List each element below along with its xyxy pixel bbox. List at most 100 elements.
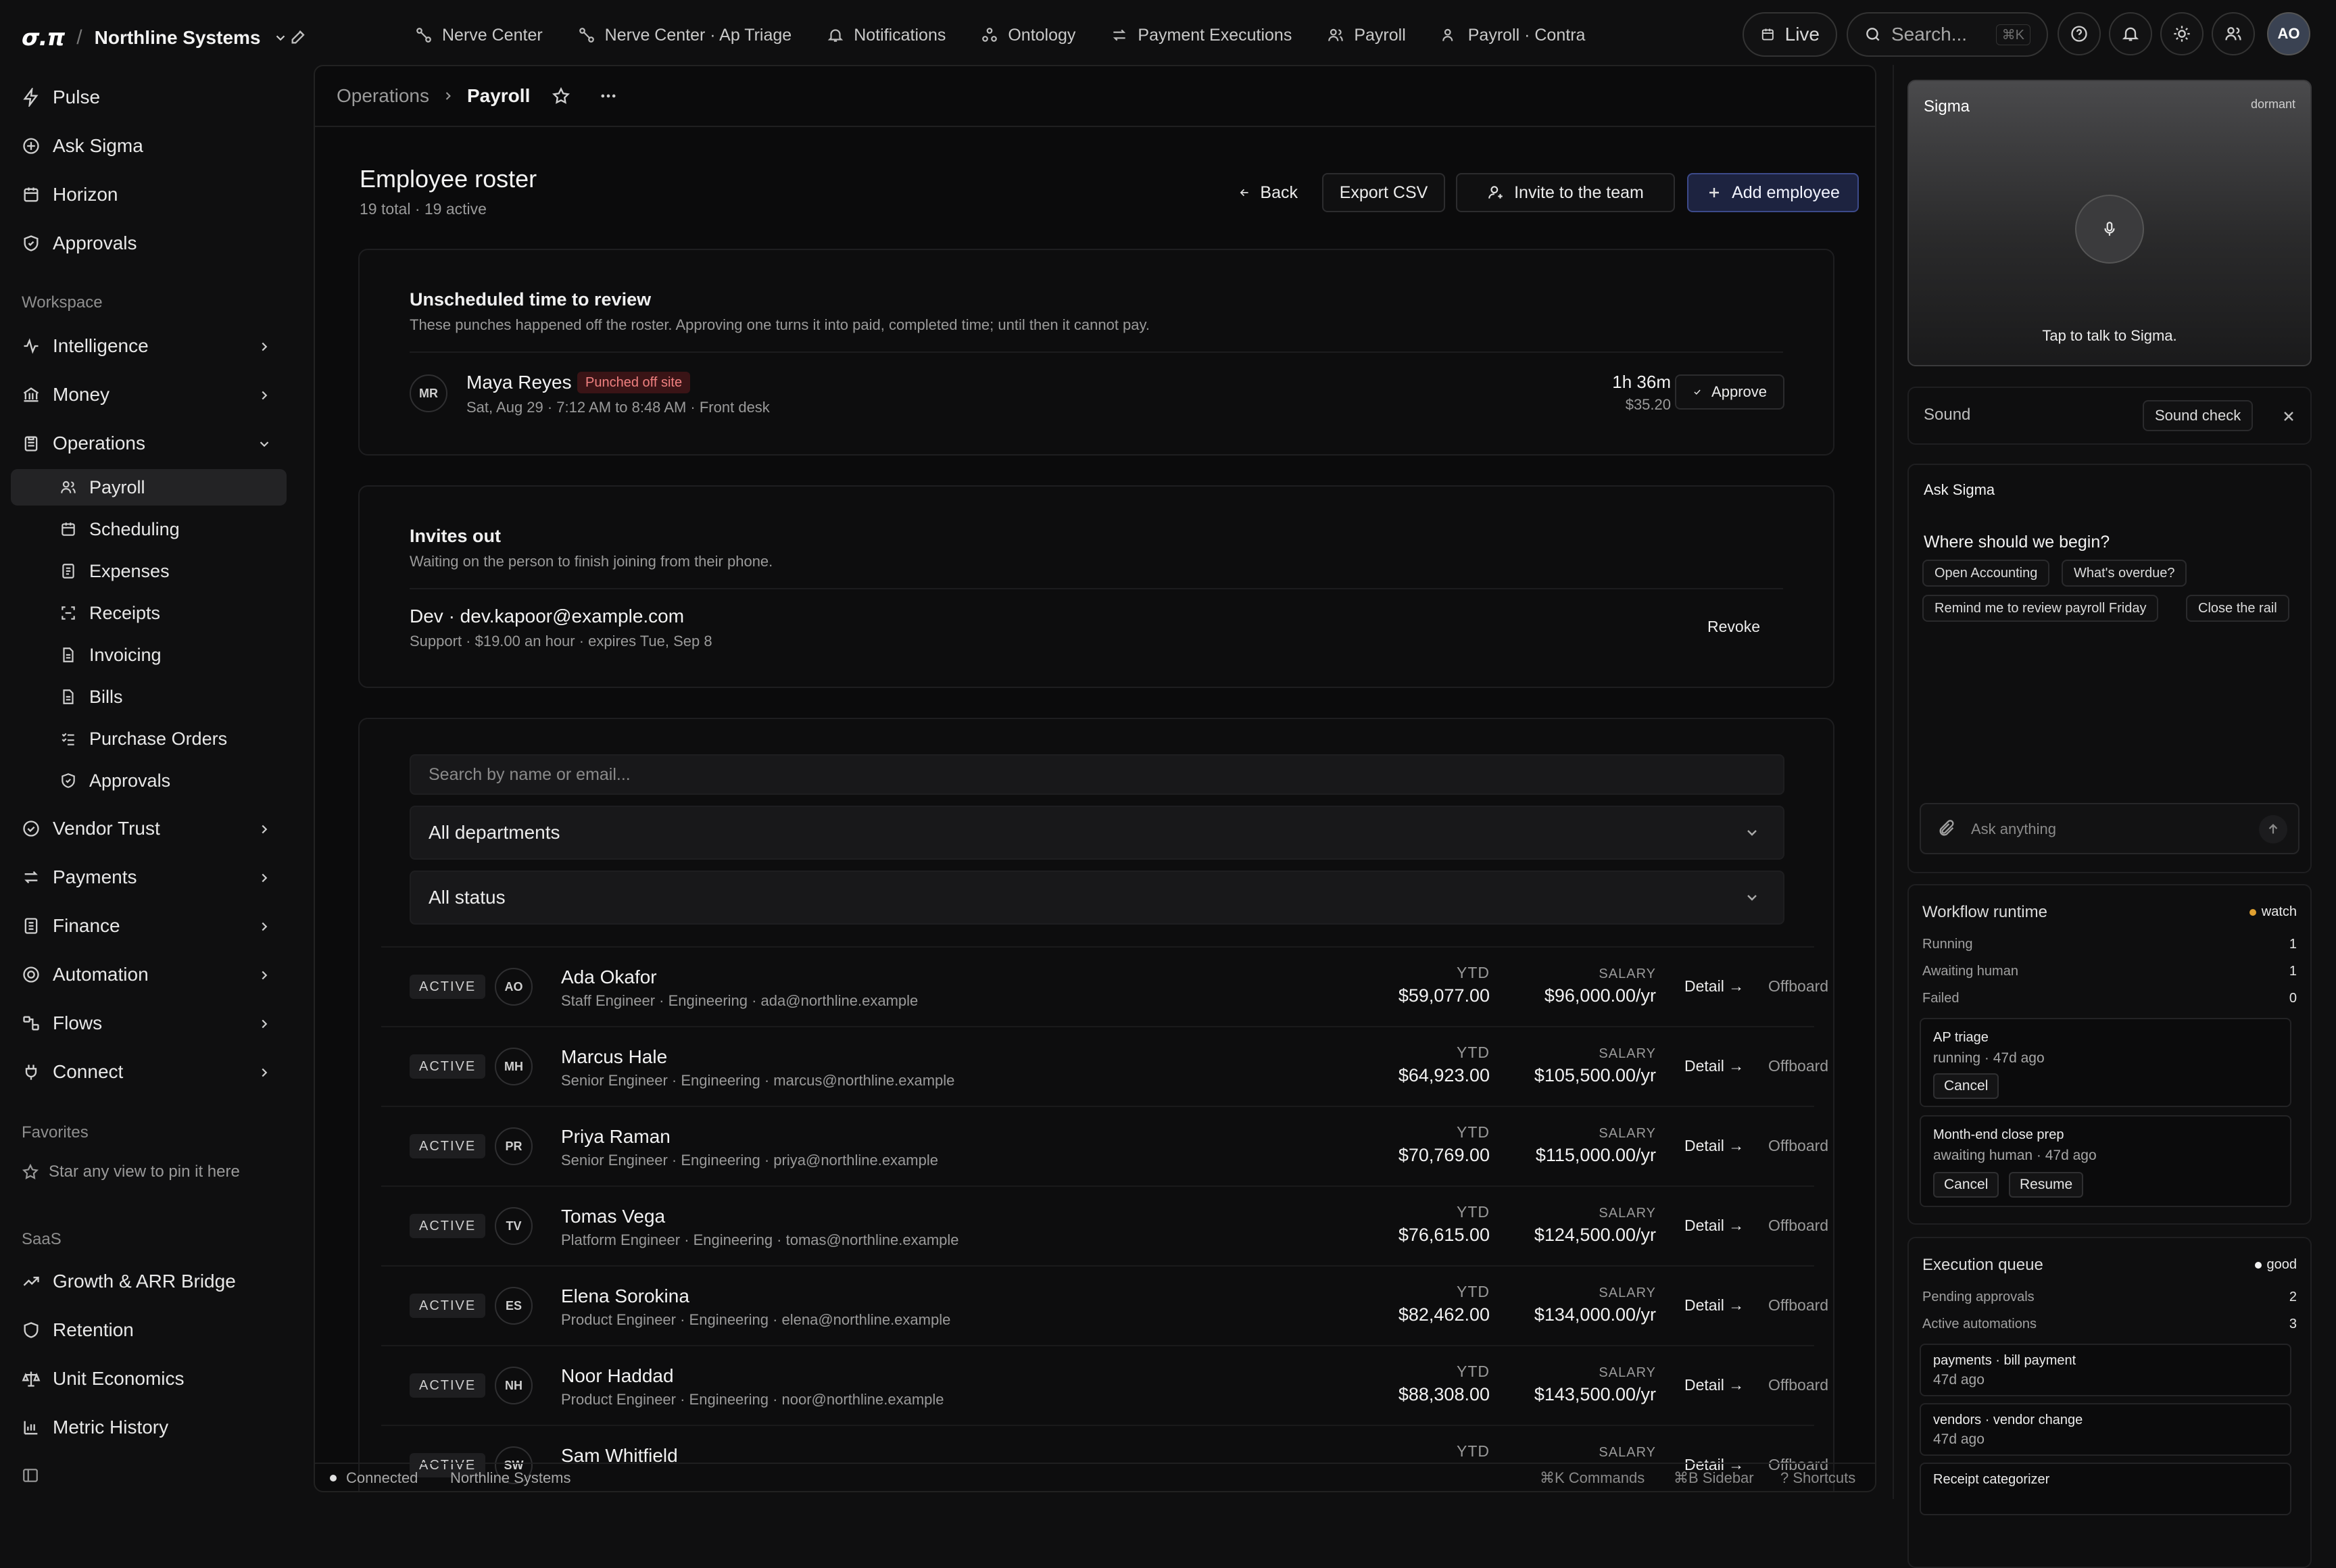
suggestion-chip[interactable]: Close the rail xyxy=(2186,595,2289,622)
close-icon[interactable] xyxy=(2281,408,2297,424)
sidebar-toggle-icon[interactable] xyxy=(22,1467,39,1484)
sidebar-item-operations[interactable]: Operations xyxy=(11,424,287,462)
live-button[interactable]: Live xyxy=(1743,12,1837,57)
offboard-button[interactable]: Offboard xyxy=(1768,1296,1828,1315)
ask-input[interactable]: Ask anything xyxy=(1920,803,2300,854)
sidebar-item-ops-approvals[interactable]: Approvals xyxy=(11,762,287,799)
tab-payment-executions[interactable]: Payment Executions xyxy=(1101,19,1317,51)
roster-search-input[interactable]: Search by name or email... xyxy=(410,754,1784,795)
avatar[interactable]: AO xyxy=(2267,12,2310,55)
help-button[interactable] xyxy=(2058,12,2101,55)
sidebar-item-growth-arr[interactable]: Growth & ARR Bridge xyxy=(11,1263,287,1300)
employee-name[interactable]: Priya Raman xyxy=(561,1126,671,1148)
table-row[interactable]: ACTIVE TV Tomas Vega Platform Engineer · En… xyxy=(381,1185,1828,1265)
tab-nerve-center-ap-triage[interactable]: Nerve Center · Ap Triage xyxy=(568,19,818,51)
mic-button[interactable] xyxy=(2075,195,2144,264)
sidebar-item-scheduling[interactable]: Scheduling xyxy=(11,511,287,547)
breadcrumb-parent[interactable]: Operations xyxy=(337,85,429,107)
tab-nerve-center[interactable]: Nerve Center xyxy=(406,19,568,51)
sidebar-item-automation[interactable]: Automation xyxy=(11,956,287,994)
sidebar-item-pulse[interactable]: Pulse xyxy=(11,78,287,116)
employee-name[interactable]: Noor Haddad xyxy=(561,1365,674,1387)
org-switcher-label[interactable]: Northline Systems xyxy=(95,27,261,49)
queue-item[interactable]: payments · bill payment 47d ago xyxy=(1920,1344,2291,1396)
back-button[interactable]: Back xyxy=(1221,173,1315,212)
status-select[interactable]: All status xyxy=(410,871,1784,925)
global-search[interactable]: Search... ⌘K xyxy=(1847,12,2048,57)
header-divider xyxy=(315,126,1875,127)
sidebar-item-horizon[interactable]: Horizon xyxy=(11,176,287,214)
compose-icon[interactable] xyxy=(289,27,308,46)
detail-link[interactable]: Detail → xyxy=(1684,1057,1744,1075)
table-row[interactable]: ACTIVE MH Marcus Hale Senior Engineer · Eng… xyxy=(381,1026,1828,1106)
table-row[interactable]: ACTIVE ES Elena Sorokina Product Engineer ·… xyxy=(381,1265,1828,1345)
cancel-button[interactable]: Cancel xyxy=(1933,1073,1999,1099)
tab-ontology[interactable]: Ontology xyxy=(971,19,1101,51)
sidebar-item-money[interactable]: Money xyxy=(11,376,287,414)
sidebar-item-metric-history[interactable]: Metric History xyxy=(11,1408,287,1446)
sidebar-item-payments[interactable]: Payments xyxy=(11,858,287,896)
sidebar-item-purchase-orders[interactable]: Purchase Orders xyxy=(11,720,287,757)
sidebar-item-flows[interactable]: Flows xyxy=(11,1004,287,1042)
suggestion-chip[interactable]: Open Accounting xyxy=(1922,560,2050,587)
suggestion-chip[interactable]: Remind me to review payroll Friday xyxy=(1922,595,2159,622)
shortcuts-help[interactable]: ? Shortcuts xyxy=(1780,1469,1855,1487)
sidebar-shortcut[interactable]: ⌘B Sidebar xyxy=(1674,1469,1754,1487)
sidebar-item-bills[interactable]: Bills xyxy=(11,679,287,715)
offboard-button[interactable]: Offboard xyxy=(1768,1217,1828,1235)
offboard-button[interactable]: Offboard xyxy=(1768,1137,1828,1155)
table-row[interactable]: ACTIVE AO Ada Okafor Staff Engineer · Engin… xyxy=(381,946,1828,1026)
sidebar-item-finance[interactable]: Finance xyxy=(11,907,287,945)
team-button[interactable] xyxy=(2212,12,2255,55)
brand[interactable]: σ.π / Northline Systems xyxy=(22,19,288,57)
suggestion-chip[interactable]: What's overdue? xyxy=(2062,560,2187,587)
queue-item[interactable]: Receipt categorizer xyxy=(1920,1463,2291,1515)
detail-link[interactable]: Detail → xyxy=(1684,1296,1744,1315)
send-button[interactable] xyxy=(2259,815,2287,843)
employee-name[interactable]: Marcus Hale xyxy=(561,1046,667,1068)
sidebar-item-expenses[interactable]: Expenses xyxy=(11,553,287,589)
cancel-button[interactable]: Cancel xyxy=(1933,1172,1999,1198)
employee-name[interactable]: Tomas Vega xyxy=(561,1206,665,1227)
resume-button[interactable]: Resume xyxy=(2009,1172,2084,1198)
table-row[interactable]: ACTIVE PR Priya Raman Senior Engineer · Eng… xyxy=(381,1106,1828,1185)
sidebar-item-invoicing[interactable]: Invoicing xyxy=(11,637,287,673)
theme-toggle[interactable] xyxy=(2160,12,2204,55)
sidebar-item-intelligence[interactable]: Intelligence xyxy=(11,327,287,365)
offboard-button[interactable]: Offboard xyxy=(1768,1376,1828,1394)
sidebar-item-ask-sigma[interactable]: Ask Sigma xyxy=(11,127,287,165)
tab-notifications[interactable]: Notifications xyxy=(817,19,971,51)
sidebar-item-connect[interactable]: Connect xyxy=(11,1053,287,1091)
employee-name[interactable]: Ada Okafor xyxy=(561,966,657,988)
table-row[interactable]: ACTIVE NH Noor Haddad Product Engineer · En… xyxy=(381,1345,1828,1425)
offboard-button[interactable]: Offboard xyxy=(1768,977,1828,996)
approve-button[interactable]: Approve xyxy=(1675,374,1784,410)
sidebar-item-approvals[interactable]: Approvals xyxy=(11,224,287,262)
add-employee-button[interactable]: Add employee xyxy=(1687,173,1859,212)
paperclip-icon[interactable] xyxy=(1937,819,1956,838)
invite-button[interactable]: Invite to the team xyxy=(1456,173,1675,212)
sidebar-item-retention[interactable]: Retention xyxy=(11,1311,287,1349)
chevron-down-icon[interactable] xyxy=(273,30,288,45)
employee-name[interactable]: Elena Sorokina xyxy=(561,1285,689,1307)
tab-payroll[interactable]: Payroll xyxy=(1317,19,1431,51)
offboard-button[interactable]: Offboard xyxy=(1768,1057,1828,1075)
sound-check-button[interactable]: Sound check xyxy=(2143,400,2254,431)
queue-item[interactable]: vendors · vendor change 47d ago xyxy=(1920,1403,2291,1456)
notifications-button[interactable] xyxy=(2109,12,2152,55)
sidebar-item-payroll[interactable]: Payroll xyxy=(11,469,287,506)
commands-shortcut[interactable]: ⌘K Commands xyxy=(1540,1469,1645,1487)
tab-payroll-contra[interactable]: Payroll · Contra xyxy=(1432,19,1606,51)
revoke-button[interactable]: Revoke xyxy=(1707,618,1760,636)
detail-link[interactable]: Detail → xyxy=(1684,1376,1744,1394)
detail-link[interactable]: Detail → xyxy=(1684,977,1744,996)
department-select[interactable]: All departments xyxy=(410,806,1784,860)
export-csv-button[interactable]: Export CSV xyxy=(1322,173,1445,212)
sidebar-item-receipts[interactable]: Receipts xyxy=(11,595,287,631)
detail-link[interactable]: Detail → xyxy=(1684,1137,1744,1155)
more-icon[interactable] xyxy=(599,87,618,105)
detail-link[interactable]: Detail → xyxy=(1684,1217,1744,1235)
sidebar-item-vendor-trust[interactable]: Vendor Trust xyxy=(11,810,287,848)
star-icon[interactable] xyxy=(552,87,570,105)
sidebar-item-unit-economics[interactable]: Unit Economics xyxy=(11,1360,287,1398)
